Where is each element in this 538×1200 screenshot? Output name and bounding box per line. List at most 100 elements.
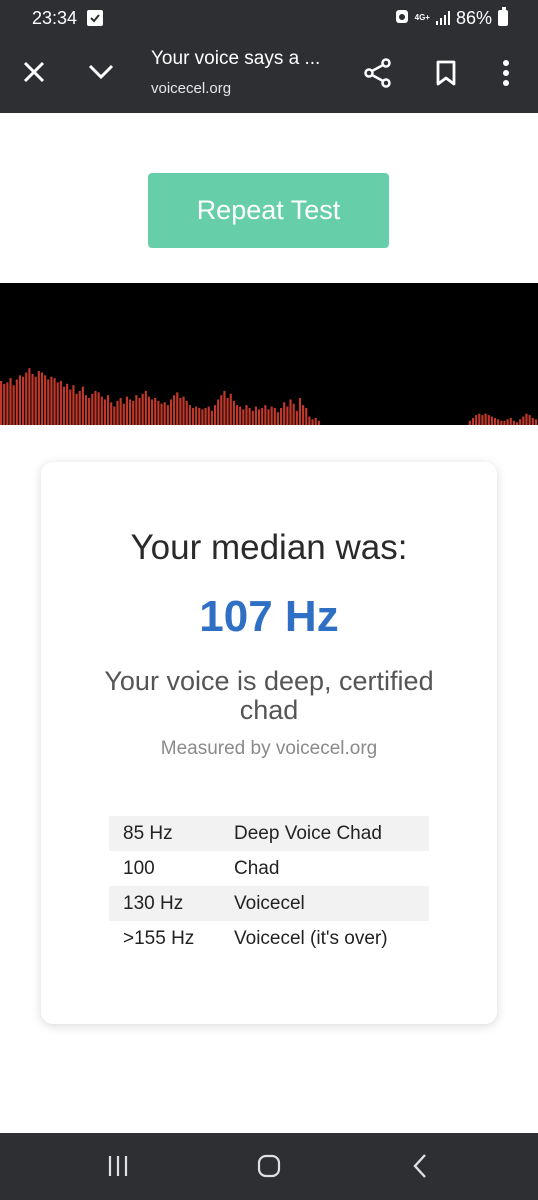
browser-toolbar: Your voice says a ... voicecel.org — [0, 36, 538, 113]
row-hz: 100 — [123, 857, 155, 879]
visualizer-bar — [81, 386, 84, 425]
visualizer-bar — [242, 409, 245, 425]
close-icon[interactable] — [18, 56, 50, 88]
visualizer-bar — [522, 416, 525, 425]
visualizer-bar — [500, 420, 503, 425]
visualizer-bar — [475, 415, 478, 425]
visualizer-bar — [166, 405, 169, 425]
visualizer-bar — [160, 403, 163, 425]
bookmark-icon[interactable] — [430, 56, 462, 90]
visualizer-bar — [484, 413, 487, 425]
visualizer-bar — [141, 393, 144, 425]
visualizer-bar — [135, 395, 138, 425]
visualizer-bar — [235, 405, 239, 425]
visualizer-bar — [503, 420, 506, 425]
visualizer-bar — [261, 407, 264, 425]
visualizer-bar — [0, 380, 3, 425]
page-url[interactable]: voicecel.org — [151, 80, 231, 97]
visualizer-bar — [245, 405, 248, 425]
visualizer-bar — [283, 402, 286, 425]
home-icon[interactable] — [254, 1151, 284, 1181]
visualizer-bar — [12, 385, 15, 425]
visualizer-bar — [525, 413, 528, 425]
visualizer-bar — [534, 419, 537, 425]
visualizer-bar — [94, 390, 97, 425]
back-icon[interactable] — [406, 1151, 434, 1181]
visualizer-bar — [18, 375, 22, 425]
visualizer-bar — [273, 407, 276, 425]
status-bar: 23:34 4G+ 86% — [0, 0, 538, 36]
table-row: >155 Hz Voicecel (it's over) — [109, 921, 429, 956]
visualizer-bar — [298, 398, 302, 425]
visualizer-bar — [471, 417, 475, 425]
visualizer-bar — [248, 407, 251, 425]
visualizer-bar — [487, 415, 490, 425]
visualizer-bar — [78, 390, 81, 425]
visualizer-bar — [468, 420, 471, 425]
visualizer-bar — [292, 403, 295, 425]
visualizer-bar — [6, 382, 9, 425]
visualizer-bar — [289, 399, 292, 425]
visualizer-bar — [232, 400, 235, 425]
visualizer-bars — [0, 368, 537, 425]
row-hz: 85 Hz — [109, 816, 220, 851]
system-nav-bar — [0, 1133, 538, 1200]
visualizer-bar — [119, 398, 122, 425]
visualizer-bar — [264, 405, 267, 425]
row-label: Voicecel — [220, 886, 429, 921]
visualizer-bar — [138, 398, 141, 425]
visualizer-bar — [201, 409, 204, 425]
page-title[interactable]: Your voice says a ... — [151, 48, 320, 70]
visualizer-bar — [182, 396, 185, 425]
visualizer-bar — [154, 398, 157, 425]
visualizer-bar — [37, 371, 40, 425]
more-options-icon[interactable] — [492, 56, 520, 90]
visualizer-bar — [44, 375, 47, 425]
visualizer-bar — [286, 406, 289, 425]
visualizer-bar — [97, 392, 100, 425]
visualizer-bar — [528, 415, 531, 425]
visualizer-bar — [113, 406, 116, 425]
visualizer-bar — [295, 410, 298, 425]
repeat-test-button[interactable]: Repeat Test — [148, 173, 389, 248]
median-label: Your median was: — [130, 528, 408, 567]
visualizer-bar — [110, 402, 113, 425]
visualizer-bar — [125, 396, 128, 425]
visualizer-bar — [226, 398, 229, 425]
reference-table: 85 Hz Deep Voice Chad 100 Chad 130 Hz Vo… — [109, 816, 429, 956]
visualizer-bar — [100, 396, 103, 425]
visualizer-bar — [185, 400, 188, 425]
visualizer-bar — [481, 415, 484, 425]
battery-level: 86% — [455, 7, 492, 28]
share-icon[interactable] — [361, 56, 395, 90]
visualizer-bar — [169, 399, 173, 425]
table-row: 85 Hz Deep Voice Chad — [109, 816, 429, 851]
visualizer-bar — [204, 407, 207, 425]
visualizer-bar — [47, 379, 50, 425]
visualizer-bar — [40, 372, 44, 425]
row-label: Deep Voice Chad — [220, 816, 429, 851]
visualizer-bar — [72, 385, 75, 425]
visualizer-bar — [173, 395, 176, 425]
visualizer-bar — [308, 416, 311, 425]
visualizer-bar — [270, 406, 273, 425]
visualizer-bar — [147, 396, 151, 425]
recents-icon[interactable] — [104, 1151, 132, 1181]
visualizer-bar — [217, 399, 220, 425]
visualizer-bar — [195, 406, 198, 425]
table-row: 100 Chad — [109, 851, 429, 886]
visualizer-bar — [84, 395, 88, 425]
visualizer-bar — [515, 422, 519, 425]
visualizer-bar — [478, 413, 481, 425]
visualizer-bar — [34, 376, 37, 425]
visualizer-bar — [31, 373, 34, 425]
visualizer-bar — [220, 395, 223, 425]
visualizer-bar — [493, 417, 497, 425]
visualizer-bar — [9, 378, 12, 425]
visualizer-bar — [314, 417, 317, 425]
chevron-down-icon[interactable] — [84, 56, 118, 88]
visualizer-bar — [251, 410, 254, 425]
alarm-icon — [395, 8, 409, 29]
verdict-text: Your voice is deep, certified chad — [104, 666, 434, 725]
visualizer-bar — [25, 372, 28, 425]
